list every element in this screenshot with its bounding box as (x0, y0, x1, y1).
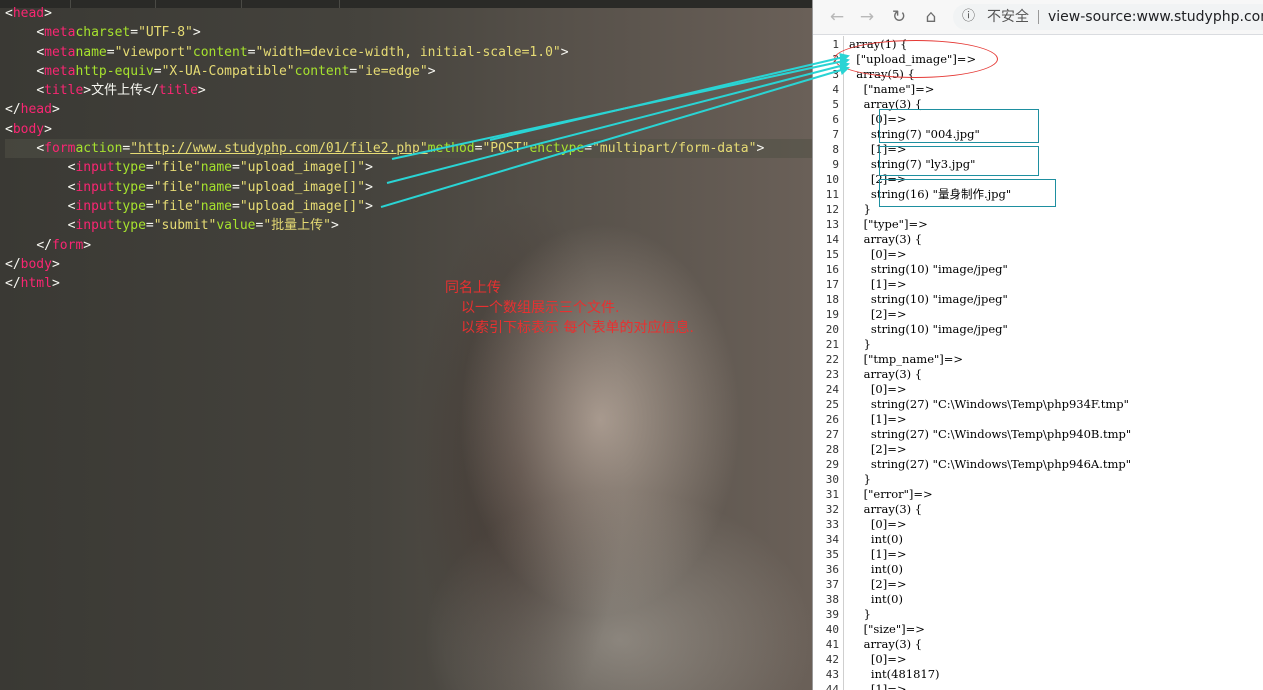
arrow-overlay (380, 52, 850, 208)
arrow-line (380, 65, 850, 208)
arrow-line (386, 61, 850, 184)
arrow-line (489, 52, 850, 141)
